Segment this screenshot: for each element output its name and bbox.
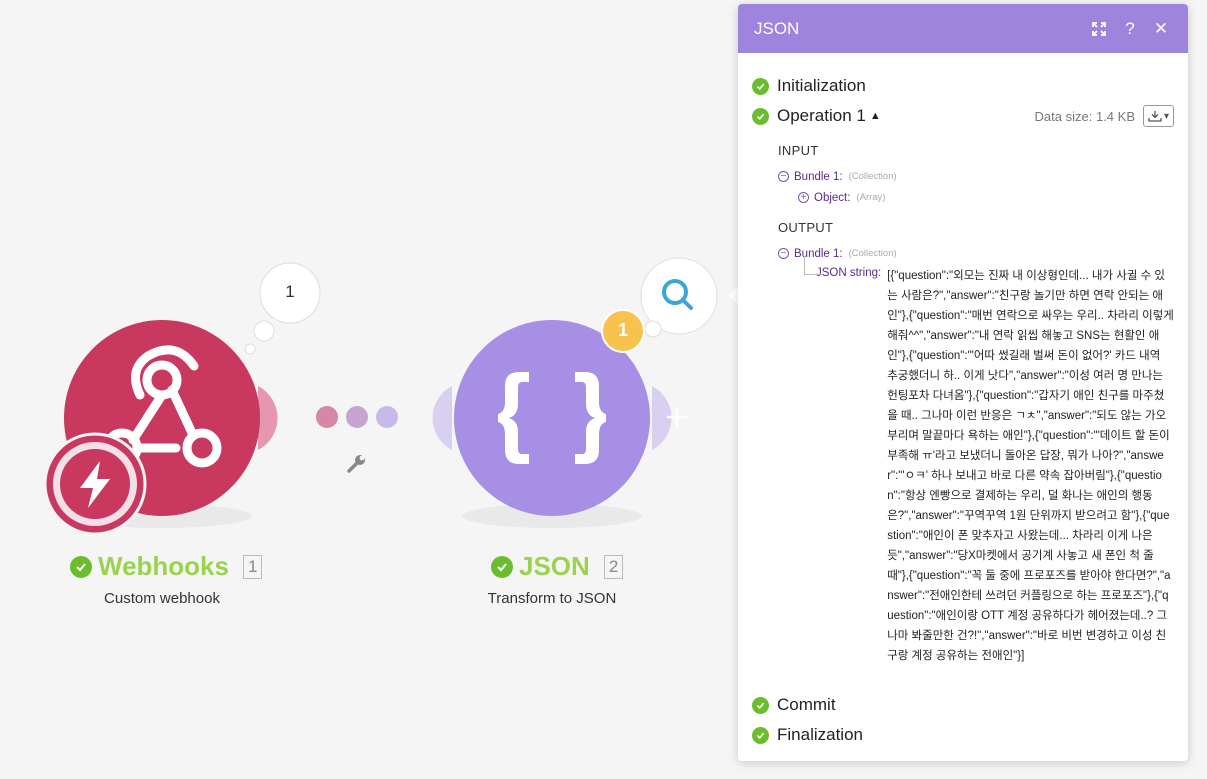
input-bundle[interactable]: − Bundle 1: (Collection) xyxy=(778,166,1174,187)
output-bundle[interactable]: − Bundle 1: (Collection) xyxy=(778,243,1174,264)
help-icon[interactable]: ? xyxy=(1119,18,1141,40)
connection-line[interactable] xyxy=(316,406,398,428)
success-check-icon xyxy=(752,696,769,714)
input-object-label: Object: xyxy=(814,191,851,204)
input-object-type: (Array) xyxy=(856,192,886,203)
json-module-label[interactable]: JSON 2 xyxy=(491,551,624,582)
input-section-title: INPUT xyxy=(778,143,819,158)
status-check-icon xyxy=(491,555,513,578)
initialization-label: Initialization xyxy=(777,76,866,95)
webhook-module-subtitle: Custom webhook xyxy=(104,590,220,607)
download-dropdown-button[interactable]: ▾ xyxy=(1143,105,1174,127)
wrench-icon[interactable] xyxy=(347,455,365,473)
success-check-icon xyxy=(752,107,769,125)
close-icon[interactable]: ✕ xyxy=(1150,18,1172,40)
collapse-caret-icon[interactable]: ▲ xyxy=(870,110,881,122)
success-check-icon xyxy=(752,77,769,95)
collapse-icon[interactable]: − xyxy=(778,171,789,182)
expand-tree-icon[interactable]: + xyxy=(798,192,809,203)
json-string-value: [{"question":"외모는 진짜 내 이상형인데... 내가 사귈 수 … xyxy=(887,270,1174,662)
webhook-operation-bubble[interactable] xyxy=(244,262,321,355)
json-badge-count: 1 xyxy=(617,320,628,340)
download-icon xyxy=(1148,111,1162,122)
webhook-bubble-count: 1 xyxy=(285,282,295,301)
operation-initialization[interactable]: Initialization xyxy=(752,71,1174,101)
operation-1-label: Operation 1 xyxy=(777,106,866,125)
success-check-icon xyxy=(752,726,769,744)
panel-title: JSON xyxy=(754,18,800,38)
operation-1[interactable]: Operation 1 ▲ Data size: 1.4 KB ▾ xyxy=(752,101,1174,131)
json-module-number: 2 xyxy=(603,554,624,579)
output-bundle-type: (Collection) xyxy=(848,248,897,259)
finalization-label: Finalization xyxy=(777,725,863,744)
status-check-icon xyxy=(70,555,92,578)
json-module[interactable] xyxy=(432,320,688,528)
json-string-key: JSON string: xyxy=(816,267,882,279)
data-size: Data size: 1.4 KB xyxy=(1034,108,1135,124)
json-module-name: JSON xyxy=(519,551,590,581)
tree-connector xyxy=(804,256,823,275)
webhook-module-label[interactable]: Webhooks 1 xyxy=(70,551,263,582)
input-bundle-type: (Collection) xyxy=(848,171,897,182)
input-bundle-label: Bundle 1: xyxy=(794,170,843,183)
webhook-module-name: Webhooks xyxy=(98,551,229,581)
webhook-module-number: 1 xyxy=(242,554,263,579)
webhook-module[interactable] xyxy=(43,320,278,536)
commit-label: Commit xyxy=(777,695,836,714)
operation-finalization[interactable]: Finalization xyxy=(752,720,1174,750)
execution-inspector-panel: JSON ? ✕ Initialization Operation 1 ▲ Da… xyxy=(738,4,1188,761)
collapse-icon[interactable]: − xyxy=(778,248,789,259)
operation-commit[interactable]: Commit xyxy=(752,690,1174,720)
json-module-subtitle: Transform to JSON xyxy=(487,590,617,607)
dropdown-caret-icon: ▾ xyxy=(1163,110,1170,122)
input-object[interactable]: + Object: (Array) xyxy=(798,187,1174,208)
json-string-row: JSON string: [{"question":"외모는 진짜 내 이상형인… xyxy=(804,256,1174,666)
json-operation-bubble[interactable] xyxy=(640,257,718,338)
panel-header: JSON ? ✕ xyxy=(738,4,1188,53)
output-section-title: OUTPUT xyxy=(778,220,834,235)
expand-icon[interactable] xyxy=(1088,18,1110,40)
